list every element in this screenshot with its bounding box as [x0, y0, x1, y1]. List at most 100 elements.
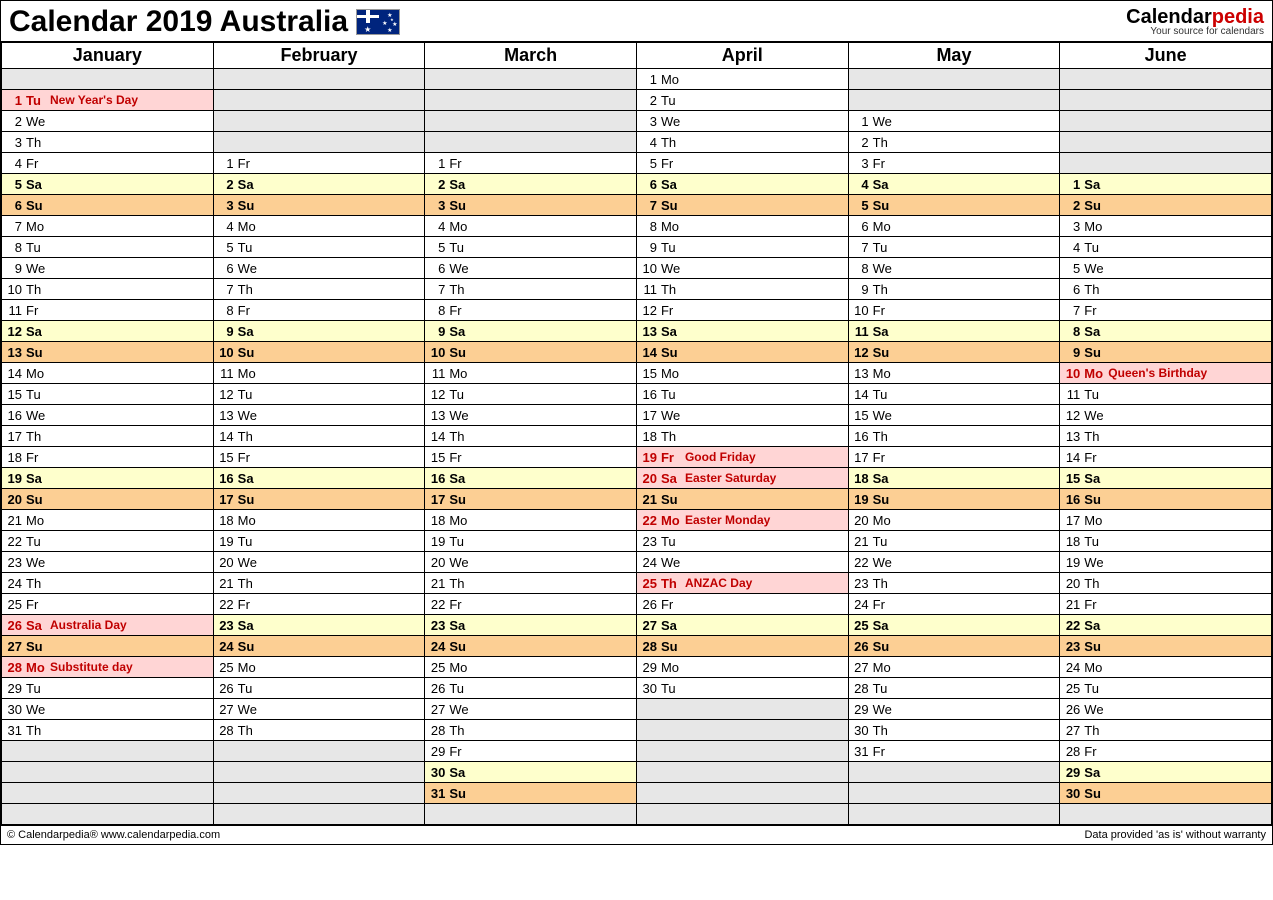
day-of-week: Fr	[238, 156, 262, 171]
day-number: 11	[1064, 387, 1084, 402]
calendar-cell: 26Fr	[636, 594, 848, 615]
day-number: 14	[218, 429, 238, 444]
calendar-cell: 9Su	[1060, 342, 1272, 363]
day-number: 22	[1064, 618, 1084, 633]
day-of-week: Tu	[661, 534, 685, 549]
day-number: 18	[641, 429, 661, 444]
day-number: 8	[641, 219, 661, 234]
day-number: 16	[429, 471, 449, 486]
calendar-cell: 14Su	[636, 342, 848, 363]
holiday-label: Easter Saturday	[685, 471, 848, 485]
day-number: 6	[853, 219, 873, 234]
day-number: 17	[6, 429, 26, 444]
day-number: 9	[641, 240, 661, 255]
day-of-week: Tu	[873, 534, 897, 549]
day-number: 25	[853, 618, 873, 633]
day-of-week: Th	[873, 282, 897, 297]
calendar-cell	[425, 132, 637, 153]
day-number: 21	[429, 576, 449, 591]
calendar-cell: 8Mo	[636, 216, 848, 237]
day-number: 6	[1064, 282, 1084, 297]
day-of-week: Th	[661, 429, 685, 444]
calendar-row: 1TuNew Year's Day2Tu	[2, 90, 1272, 111]
day-of-week: Mo	[661, 513, 685, 528]
calendar-cell: 29We	[848, 699, 1060, 720]
day-of-week: Sa	[26, 618, 50, 633]
day-number: 31	[6, 723, 26, 738]
day-number: 29	[641, 660, 661, 675]
calendar-cell	[425, 69, 637, 90]
day-of-week: Th	[26, 723, 50, 738]
day-number: 10	[1064, 366, 1084, 381]
day-number: 4	[1064, 240, 1084, 255]
day-of-week: Mo	[449, 366, 473, 381]
calendar-cell: 25Tu	[1060, 678, 1272, 699]
day-of-week: Th	[449, 282, 473, 297]
calendar-cell: 9We	[2, 258, 214, 279]
calendar-cell: 27Mo	[848, 657, 1060, 678]
day-number: 2	[6, 114, 26, 129]
calendar-cell: 22Fr	[213, 594, 425, 615]
calendar-row: 25Fr22Fr22Fr26Fr24Fr21Fr	[2, 594, 1272, 615]
calendar-cell: 18Mo	[425, 510, 637, 531]
day-number: 25	[218, 660, 238, 675]
day-number: 27	[853, 660, 873, 675]
calendar-row: 21Mo18Mo18Mo22MoEaster Monday20Mo17Mo	[2, 510, 1272, 531]
calendar-cell: 22Tu	[2, 531, 214, 552]
day-of-week: Mo	[26, 366, 50, 381]
footer: © Calendarpedia® www.calendarpedia.com D…	[1, 825, 1272, 844]
calendar-cell: 8We	[848, 258, 1060, 279]
calendar-cell	[2, 69, 214, 90]
day-number: 4	[853, 177, 873, 192]
day-number: 22	[218, 597, 238, 612]
calendar-cell: 16Tu	[636, 384, 848, 405]
day-number: 13	[218, 408, 238, 423]
calendar-cell: 22MoEaster Monday	[636, 510, 848, 531]
day-of-week: Sa	[26, 471, 50, 486]
day-of-week: Sa	[449, 324, 473, 339]
calendar-row: 9We6We6We10We8We5We	[2, 258, 1272, 279]
day-of-week: Fr	[238, 597, 262, 612]
calendar-cell	[213, 111, 425, 132]
calendar-cell	[213, 762, 425, 783]
day-number: 21	[853, 534, 873, 549]
day-number: 24	[218, 639, 238, 654]
calendar-cell: 2We	[2, 111, 214, 132]
day-of-week: Sa	[873, 177, 897, 192]
calendar-row: 29Tu26Tu26Tu30Tu28Tu25Tu	[2, 678, 1272, 699]
day-number: 11	[853, 324, 873, 339]
calendar-cell: 16Th	[848, 426, 1060, 447]
day-number: 11	[218, 366, 238, 381]
calendar-cell: 17Fr	[848, 447, 1060, 468]
day-number: 16	[6, 408, 26, 423]
calendar-cell: 12Tu	[213, 384, 425, 405]
calendar-cell: 6Mo	[848, 216, 1060, 237]
day-number: 19	[853, 492, 873, 507]
day-of-week: We	[873, 261, 897, 276]
calendar-cell: 30Tu	[636, 678, 848, 699]
day-of-week: Su	[238, 198, 262, 213]
day-number: 27	[6, 639, 26, 654]
day-number: 16	[853, 429, 873, 444]
day-of-week: Tu	[661, 240, 685, 255]
calendar-cell: 16Sa	[213, 468, 425, 489]
calendar-cell: 19Sa	[2, 468, 214, 489]
holiday-label: Substitute day	[50, 660, 213, 674]
day-number: 13	[429, 408, 449, 423]
day-of-week: Fr	[661, 450, 685, 465]
calendar-cell: 6Th	[1060, 279, 1272, 300]
calendar-cell: 24Su	[213, 636, 425, 657]
calendar-cell: 1Mo	[636, 69, 848, 90]
day-of-week: Th	[26, 576, 50, 591]
day-of-week: Fr	[26, 156, 50, 171]
calendar-cell: 21Th	[425, 573, 637, 594]
day-of-week: Tu	[26, 240, 50, 255]
calendar-cell: 2Tu	[636, 90, 848, 111]
day-of-week: Tu	[873, 681, 897, 696]
day-number: 19	[218, 534, 238, 549]
logo-text-2: pedia	[1212, 6, 1264, 28]
day-of-week: Fr	[661, 303, 685, 318]
calendar-cell: 11Tu	[1060, 384, 1272, 405]
calendar-cell: 27We	[425, 699, 637, 720]
calendar-body: 1Mo1TuNew Year's Day2Tu2We3We1We3Th4Th2T…	[2, 69, 1272, 825]
